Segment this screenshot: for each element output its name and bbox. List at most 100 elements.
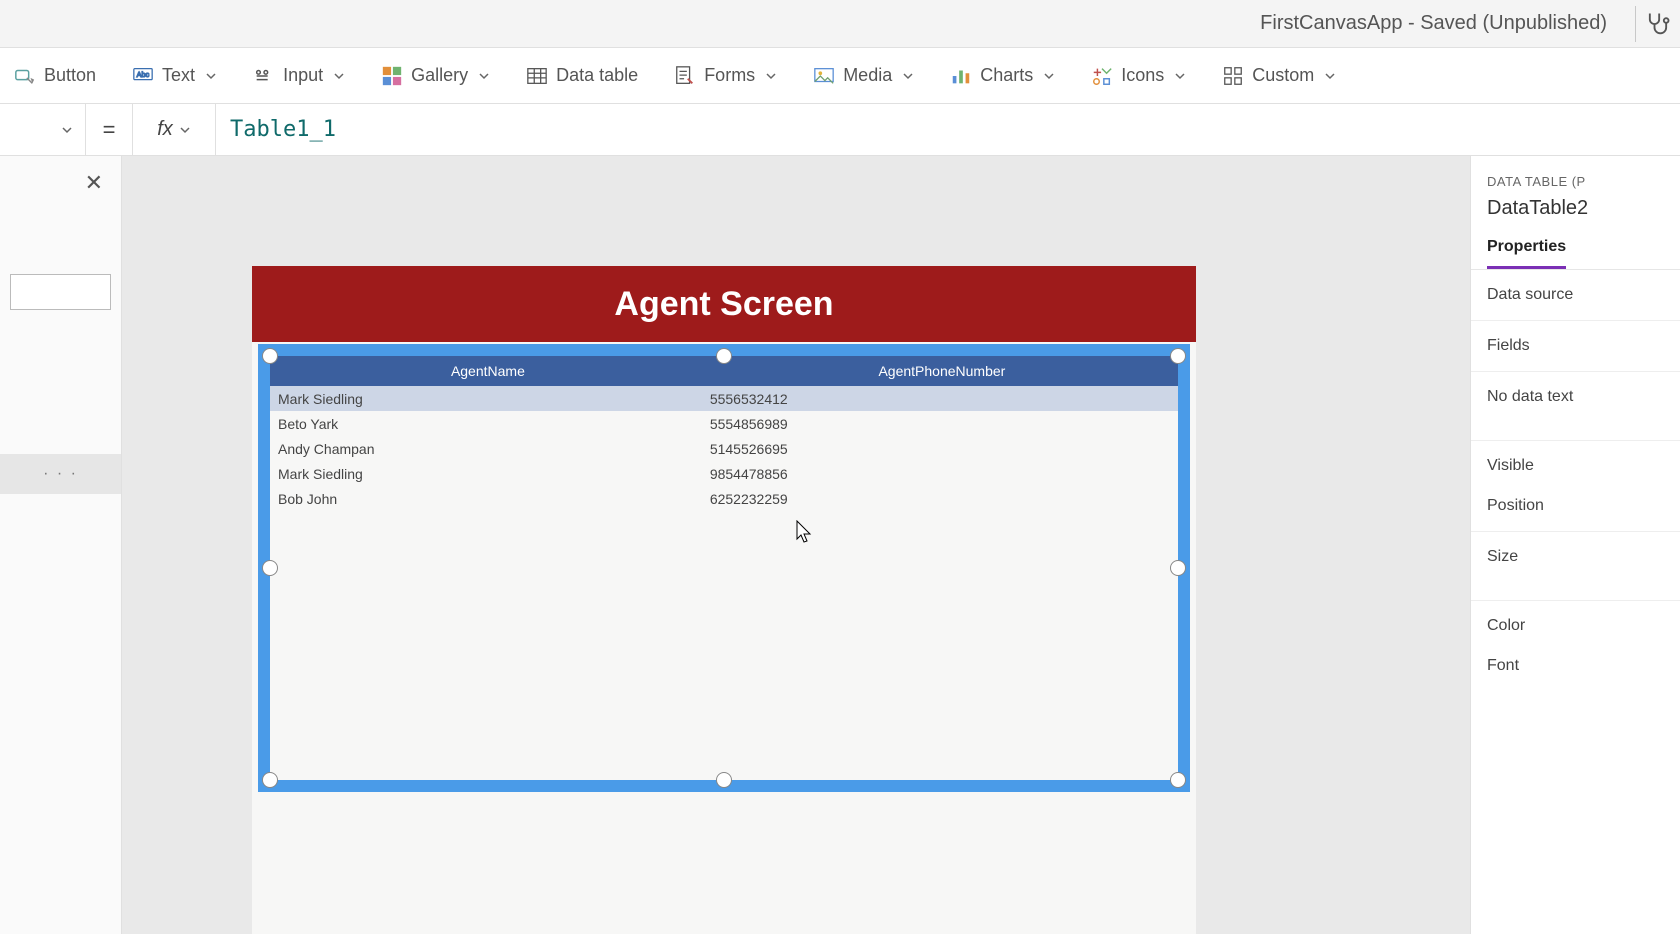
datatable-control[interactable]: AgentName AgentPhoneNumber Mark Siedling… <box>270 356 1178 780</box>
insert-ribbon: Button Abc Text Input Gallery Data table… <box>0 48 1680 104</box>
media-icon <box>813 65 835 87</box>
ribbon-datatable[interactable]: Data table <box>520 61 644 91</box>
gallery-icon <box>381 65 403 87</box>
ribbon-charts[interactable]: Charts <box>944 61 1061 91</box>
prop-row-color[interactable]: Color <box>1471 601 1680 641</box>
ribbon-button-label: Button <box>44 65 96 86</box>
ribbon-icons[interactable]: Icons <box>1085 61 1192 91</box>
chevron-down-icon <box>1043 70 1055 82</box>
resize-handle-e[interactable] <box>1170 560 1186 576</box>
prop-row-fields[interactable]: Fields <box>1471 321 1680 372</box>
chevron-down-icon <box>1324 70 1336 82</box>
tab-properties[interactable]: Properties <box>1487 232 1566 269</box>
ribbon-datatable-label: Data table <box>556 65 638 86</box>
charts-icon <box>950 65 972 87</box>
ribbon-media[interactable]: Media <box>807 61 920 91</box>
datatable-selection[interactable]: AgentName AgentPhoneNumber Mark Siedling… <box>258 344 1190 792</box>
cell-agentname: Mark Siedling <box>270 386 706 411</box>
cell-agentname: Mark Siedling <box>270 461 706 486</box>
title-bar: FirstCanvasApp - Saved (Unpublished) <box>0 0 1680 48</box>
chevron-down-icon <box>765 70 777 82</box>
chevron-down-icon <box>902 70 914 82</box>
ribbon-forms[interactable]: Forms <box>668 61 783 91</box>
icons-icon <box>1091 65 1113 87</box>
resize-handle-nw[interactable] <box>262 348 278 364</box>
ribbon-input[interactable]: Input <box>247 61 351 91</box>
tree-selected-item[interactable]: · · · <box>0 454 121 494</box>
properties-tabs: Properties <box>1471 232 1680 270</box>
control-name: DataTable2 <box>1471 197 1680 232</box>
column-header-agentname[interactable]: AgentName <box>270 356 706 386</box>
chevron-down-icon <box>179 124 191 136</box>
cell-agentphone: 9854478856 <box>706 461 1178 486</box>
ellipsis-icon[interactable]: · · · <box>43 465 78 483</box>
formula-bar: = fx <box>0 104 1680 156</box>
prop-row-visible[interactable]: Visible <box>1471 441 1680 481</box>
prop-row-datasource[interactable]: Data source <box>1471 270 1680 321</box>
table-row[interactable]: Andy Champan 5145526695 <box>270 436 1178 461</box>
screen-title: Agent Screen <box>252 266 1196 342</box>
ribbon-input-label: Input <box>283 65 323 86</box>
fx-button[interactable]: fx <box>132 104 216 155</box>
app-screen: Agent Screen AgentName AgentPhoneNumber <box>252 266 1196 934</box>
titlebar-divider <box>1635 6 1636 42</box>
cell-agentphone: 6252232259 <box>706 486 1178 511</box>
ribbon-charts-label: Charts <box>980 65 1033 86</box>
tree-search-input[interactable] <box>10 274 111 310</box>
resize-handle-se[interactable] <box>1170 772 1186 788</box>
chevron-down-icon <box>61 124 73 136</box>
fx-label: fx <box>157 118 173 141</box>
control-type-label: DATA TABLE (P <box>1471 174 1680 197</box>
forms-icon <box>674 65 696 87</box>
cell-agentname: Beto Yark <box>270 411 706 436</box>
app-checker-icon[interactable] <box>1644 10 1672 38</box>
resize-handle-ne[interactable] <box>1170 348 1186 364</box>
ribbon-gallery[interactable]: Gallery <box>375 61 496 91</box>
resize-handle-s[interactable] <box>716 772 732 788</box>
ribbon-forms-label: Forms <box>704 65 755 86</box>
table-row[interactable]: Mark Siedling 9854478856 <box>270 461 1178 486</box>
cell-agentphone: 5554856989 <box>706 411 1178 436</box>
table-row[interactable]: Bob John 6252232259 <box>270 486 1178 511</box>
app-title: FirstCanvasApp - Saved (Unpublished) <box>1260 12 1607 35</box>
chevron-down-icon <box>205 70 217 82</box>
resize-handle-w[interactable] <box>262 560 278 576</box>
ribbon-gallery-label: Gallery <box>411 65 468 86</box>
property-selector[interactable] <box>0 104 86 155</box>
column-header-agentphone[interactable]: AgentPhoneNumber <box>706 356 1178 386</box>
prop-row-position[interactable]: Position <box>1471 481 1680 532</box>
table-row[interactable]: Mark Siedling 5556532412 <box>270 386 1178 411</box>
chevron-down-icon <box>478 70 490 82</box>
equals-sign: = <box>86 117 132 143</box>
button-icon <box>14 65 36 87</box>
cell-agentphone: 5145526695 <box>706 436 1178 461</box>
cell-agentname: Andy Champan <box>270 436 706 461</box>
ribbon-text[interactable]: Abc Text <box>126 61 223 91</box>
input-icon <box>253 65 275 87</box>
prop-row-nodatatext[interactable]: No data text <box>1471 372 1680 441</box>
prop-row-font[interactable]: Font <box>1471 641 1680 691</box>
prop-row-size[interactable]: Size <box>1471 532 1680 601</box>
close-icon[interactable]: ✕ <box>85 170 103 196</box>
resize-handle-n[interactable] <box>716 348 732 364</box>
ribbon-text-label: Text <box>162 65 195 86</box>
formula-input[interactable] <box>216 104 1680 155</box>
canvas-area[interactable]: Agent Screen AgentName AgentPhoneNumber <box>122 156 1470 934</box>
cell-agentname: Bob John <box>270 486 706 511</box>
ribbon-media-label: Media <box>843 65 892 86</box>
text-icon: Abc <box>132 65 154 87</box>
svg-text:Abc: Abc <box>137 69 150 78</box>
table-row[interactable]: Beto Yark 5554856989 <box>270 411 1178 436</box>
chevron-down-icon <box>333 70 345 82</box>
properties-panel: DATA TABLE (P DataTable2 Properties Data… <box>1470 156 1680 934</box>
tree-view-panel: ✕ · · · <box>0 156 122 934</box>
ribbon-button[interactable]: Button <box>8 61 102 91</box>
ribbon-icons-label: Icons <box>1121 65 1164 86</box>
cell-agentphone: 5556532412 <box>706 386 1178 411</box>
ribbon-custom-label: Custom <box>1252 65 1314 86</box>
resize-handle-sw[interactable] <box>262 772 278 788</box>
ribbon-custom[interactable]: Custom <box>1216 61 1342 91</box>
chevron-down-icon <box>1174 70 1186 82</box>
datatable-icon <box>526 65 548 87</box>
custom-icon <box>1222 65 1244 87</box>
